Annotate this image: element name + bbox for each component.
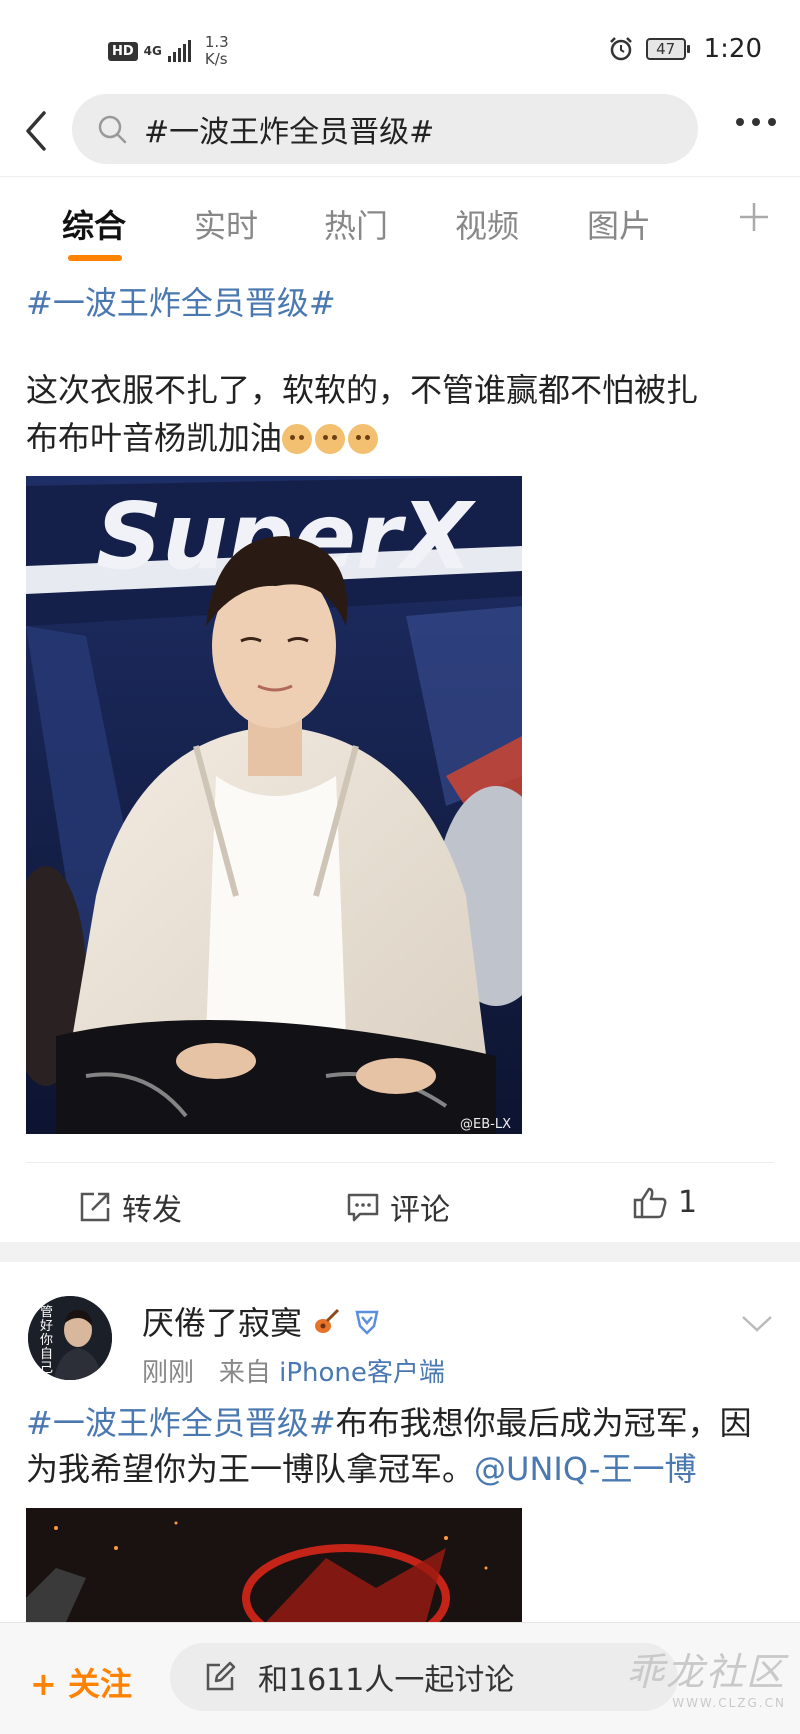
vip-badge-icon <box>355 1310 379 1335</box>
post-meta: 刚刚 来自 iPhone客户端 <box>142 1352 445 1389</box>
hashtag-link[interactable]: #一波王炸全员晋级# <box>26 278 336 324</box>
post-image[interactable] <box>26 1508 522 1622</box>
tab-images[interactable]: 图片 <box>587 201 651 247</box>
dot-icon <box>768 118 776 126</box>
bottom-bar: + 关注 和1611人一起讨论 乖龙社区 WWW.CLZG.CN <box>0 1622 800 1734</box>
network-type: 4G <box>143 44 162 58</box>
chevron-down-icon[interactable] <box>740 1314 774 1334</box>
post-text-line: 布布叶音杨凯加油 <box>26 419 283 457</box>
mention-link[interactable]: @UNIQ-王一博 <box>474 1450 696 1488</box>
post-text: 这次衣服不扎了，软软的，不管谁赢都不怕被扎 布布叶音杨凯加油 <box>26 366 766 462</box>
search-input[interactable]: #一波王炸全员晋级# <box>72 94 698 164</box>
avatar-text: 管好你自己 <box>40 1305 54 1376</box>
guitar-badge-icon <box>315 1308 340 1333</box>
watermark-sub: WWW.CLZG.CN <box>672 1696 786 1710</box>
cat-emoji-icon <box>315 424 346 454</box>
share-icon <box>80 1192 110 1222</box>
back-button[interactable] <box>16 106 56 156</box>
tab-video[interactable]: 视频 <box>455 201 519 247</box>
discuss-input[interactable]: 和1611人一起讨论 <box>170 1643 678 1711</box>
post-card: #一波王炸全员晋级# 这次衣服不扎了，软软的，不管谁赢都不怕被扎 布布叶音杨凯加… <box>0 268 800 1242</box>
username[interactable]: 厌倦了寂寞 <box>142 1298 302 1344</box>
search-header: #一波王炸全员晋级# <box>0 92 800 176</box>
search-icon <box>98 115 127 144</box>
feed-separator <box>0 1242 800 1262</box>
comment-label: 评论 <box>390 1193 450 1228</box>
battery-icon: 47 <box>645 38 690 60</box>
tab-hot[interactable]: 热门 <box>324 201 388 247</box>
avatar[interactable]: 管好你自己 <box>28 1296 112 1380</box>
more-options-button[interactable] <box>736 118 776 126</box>
post-text-line: 这次衣服不扎了，软软的，不管谁赢都不怕被扎 <box>26 371 699 409</box>
comment-button[interactable]: 评论 <box>346 1185 450 1229</box>
network-speed: 1.3 K/s <box>205 34 229 68</box>
repost-label: 转发 <box>122 1193 182 1228</box>
active-tab-indicator <box>68 255 122 261</box>
speed-unit: K/s <box>204 50 228 68</box>
status-right: 47 1:20 <box>608 34 762 64</box>
dot-icon <box>752 118 760 126</box>
username-row: 厌倦了寂寞 <box>142 1298 382 1344</box>
add-tab-icon[interactable] <box>736 199 772 235</box>
cat-emoji-icon <box>348 424 379 454</box>
site-watermark: 乖龙社区 WWW.CLZG.CN <box>626 1641 786 1710</box>
watermark-main: 乖龙社区 <box>625 1650 786 1694</box>
discuss-label: 和1611人一起讨论 <box>258 1663 515 1698</box>
back-arrow-icon <box>26 111 46 151</box>
status-left: HD 4G 1.3 K/s <box>108 34 229 68</box>
post-photo <box>26 1508 522 1622</box>
thumbs-up-icon <box>633 1187 667 1218</box>
dot-icon <box>736 118 744 126</box>
follow-button[interactable]: + 关注 <box>30 1659 132 1705</box>
edit-icon <box>206 1661 236 1691</box>
status-bar: HD 4G 1.3 K/s 47 1:20 <box>0 0 800 92</box>
clock: 1:20 <box>703 34 762 64</box>
alarm-icon <box>609 37 632 61</box>
hashtag-link[interactable]: #一波王炸全员晋级# <box>26 1404 336 1442</box>
post-source: iPhone客户端 <box>279 1358 445 1388</box>
post-time: 刚刚 <box>142 1358 195 1388</box>
like-count: 1 <box>678 1185 698 1220</box>
search-query: #一波王炸全员晋级# <box>144 115 435 150</box>
tab-bar: 综合 实时 热门 视频 图片 <box>0 176 800 270</box>
post-photo: SuperX <box>26 476 522 1134</box>
post-image[interactable]: SuperX <box>26 476 522 1134</box>
repost-button[interactable]: 转发 <box>78 1185 182 1229</box>
speed-value: 1.3 <box>204 33 229 51</box>
like-button[interactable]: 1 <box>632 1185 697 1220</box>
source-prefix: 来自 <box>218 1358 271 1388</box>
comment-icon <box>347 1193 379 1222</box>
cat-emoji-icon <box>282 424 313 454</box>
post-text: #一波王炸全员晋级#布布我想你最后成为冠军，因为我希望你为王一博队拿冠军。@UN… <box>26 1400 778 1492</box>
signal-icon <box>167 40 191 62</box>
follow-label: 关注 <box>67 1665 132 1703</box>
hd-badge: HD <box>108 41 138 61</box>
image-watermark: @EB-LX <box>460 1117 511 1132</box>
tab-realtime[interactable]: 实时 <box>194 201 258 247</box>
tab-comprehensive[interactable]: 综合 <box>62 201 126 247</box>
post-actions: 转发 评论 1 <box>26 1162 774 1243</box>
post-card: 管好你自己 厌倦了寂寞 刚刚 来自 iPhone客户端 #一波王炸全员晋级#布布… <box>0 1262 800 1622</box>
